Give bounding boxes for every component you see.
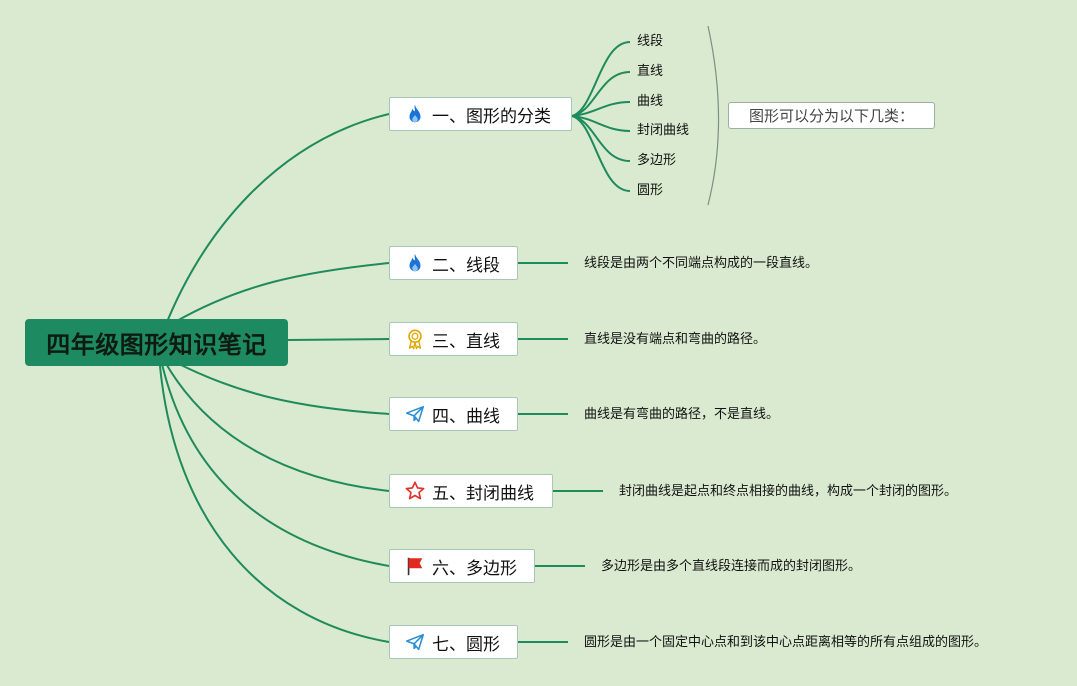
topic-label: 六、多边形	[432, 558, 517, 579]
branch-line-2	[174, 262, 390, 323]
award-medal-icon	[404, 328, 426, 350]
topic-curve[interactable]: 四、曲线	[389, 397, 518, 431]
subtopic-item[interactable]: 封闭曲线	[637, 123, 689, 139]
flame-icon	[404, 103, 426, 125]
topic-graph-classification[interactable]: 一、图形的分类	[389, 97, 572, 131]
topic-note[interactable]: 直线是没有端点和弯曲的路径。	[584, 332, 766, 348]
subtopic-item[interactable]: 曲线	[637, 94, 663, 110]
subtopic-item[interactable]: 直线	[637, 64, 663, 80]
branch-line-1	[159, 113, 390, 341]
topic-note[interactable]: 曲线是有弯曲的路径，不是直线。	[584, 407, 779, 423]
subtopic-item[interactable]: 线段	[637, 34, 663, 50]
topic-line-segment[interactable]: 二、线段	[389, 246, 518, 280]
sub-line-6	[571, 115, 631, 192]
topic-label: 一、图形的分类	[432, 106, 551, 127]
paper-plane-icon	[404, 403, 426, 425]
star-icon	[404, 480, 426, 502]
branch-line-3	[287, 338, 390, 341]
topic-label: 四、曲线	[432, 406, 500, 427]
sub-line-4	[571, 115, 631, 132]
summary-bracket	[707, 25, 720, 206]
topic-label: 五、封闭曲线	[432, 483, 534, 504]
branch-line-5	[164, 361, 390, 492]
topic-label: 三、直线	[432, 331, 500, 352]
branch-line-7	[159, 365, 390, 643]
flame-icon	[404, 252, 426, 274]
branch-line-4	[174, 361, 390, 415]
summary-box[interactable]: 图形可以分为以下几类：	[728, 102, 935, 129]
root-topic[interactable]: 四年级图形知识笔记	[25, 319, 288, 366]
topic-note[interactable]: 多边形是由多个直线段连接而成的封闭图形。	[601, 559, 861, 575]
red-flag-icon	[404, 555, 426, 577]
topic-straight-line[interactable]: 三、直线	[389, 322, 518, 356]
branch-line-6	[161, 363, 390, 567]
mind-map-canvas: 四年级图形知识笔记 一、图形的分类 线段 直线 曲线 封闭曲线 多边形 圆形 图…	[0, 0, 1077, 686]
topic-circle[interactable]: 七、圆形	[389, 625, 518, 659]
topic-closed-curve[interactable]: 五、封闭曲线	[389, 474, 553, 508]
topic-note[interactable]: 封闭曲线是起点和终点相接的曲线，构成一个封闭的图形。	[619, 484, 957, 500]
subtopic-item[interactable]: 圆形	[637, 183, 663, 199]
sub-line-1	[571, 41, 631, 117]
root-topic-label: 四年级图形知识笔记	[46, 331, 267, 359]
topic-polygon[interactable]: 六、多边形	[389, 549, 535, 583]
topic-label: 七、圆形	[432, 634, 500, 655]
paper-plane-icon	[404, 631, 426, 653]
topic-note[interactable]: 圆形是由一个固定中心点和到该中心点距离相等的所有点组成的图形。	[584, 635, 987, 651]
topic-label: 二、线段	[432, 255, 500, 276]
summary-text: 图形可以分为以下几类：	[748, 107, 914, 125]
topic-note[interactable]: 线段是由两个不同端点构成的一段直线。	[584, 256, 818, 272]
subtopic-item[interactable]: 多边形	[637, 153, 676, 169]
